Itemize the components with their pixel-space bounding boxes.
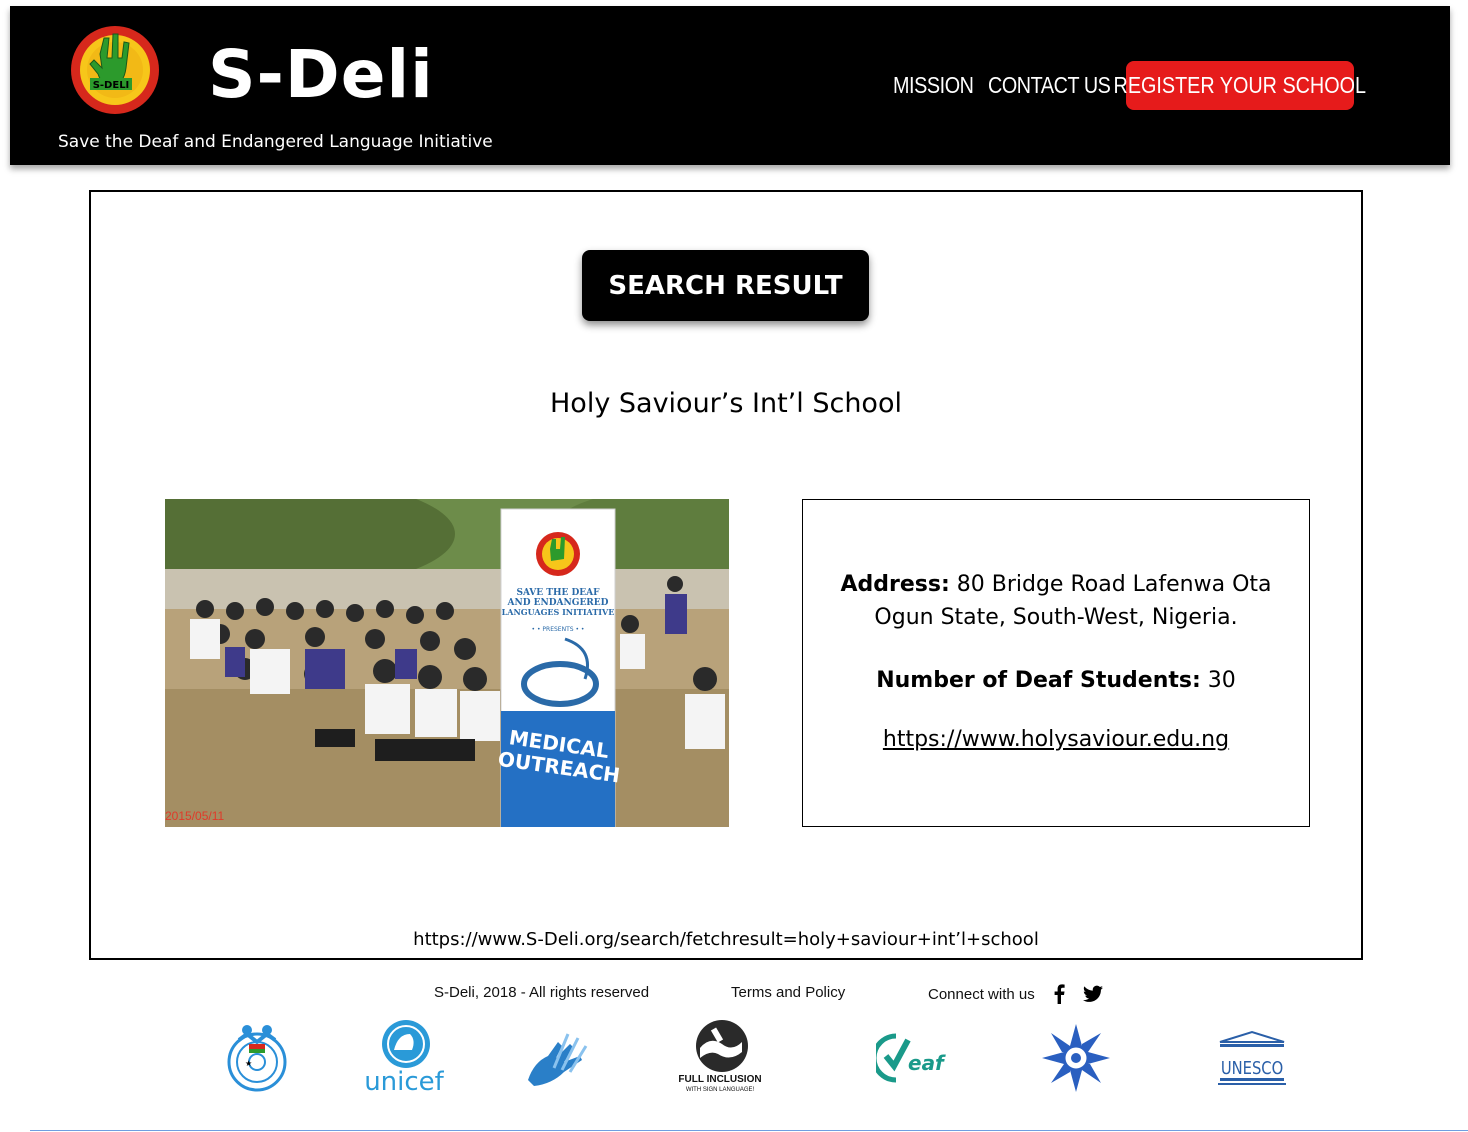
unicef-text: unicef <box>366 1067 444 1097</box>
s-deli-logo[interactable]: S-DELI <box>60 24 170 116</box>
full-inclusion-logo[interactable]: FULL INCLUSION WITH SIGN LANGUAGE! <box>670 1018 770 1098</box>
deaf-students-label: Number of Deaf Students: <box>876 668 1201 693</box>
deaf-students-value: 30 <box>1200 668 1236 693</box>
unesco-logo[interactable]: UNESCO <box>1216 1018 1288 1098</box>
address-label: Address: <box>840 572 950 597</box>
inclusion-line-2: WITH SIGN LANGUAGE! <box>686 1087 755 1093</box>
partner-logo-1[interactable]: ★ <box>224 1018 290 1098</box>
copyright-text: S-Deli, 2018 - All rights reserved <box>434 984 650 1001</box>
banner-line-4: • • PRESENTS • • <box>532 626 585 633</box>
facebook-icon[interactable] <box>1049 984 1069 1004</box>
twitter-icon[interactable] <box>1082 984 1103 1004</box>
svg-text:★: ★ <box>245 1059 252 1068</box>
unesco-text: UNESCO <box>1221 1058 1283 1079</box>
school-name: Holy Saviour’s Int’l School <box>550 388 902 419</box>
site-header: S-DELI S-Deli Save the Deaf and Endanger… <box>10 6 1450 165</box>
search-result-panel: SEARCH RESULT Holy Saviour’s Int’l Schoo… <box>89 190 1363 960</box>
connect-group: Connect with us <box>928 984 1103 1004</box>
result-url: https://www.S-Deli.org/search/fetchresul… <box>413 929 1039 950</box>
register-school-button[interactable]: REGISTER YOUR SCHOOL <box>1114 61 1366 110</box>
connect-label: Connect with us <box>928 985 1035 1003</box>
register-school-label: REGISTER YOUR SCHOOL <box>1113 72 1367 98</box>
website-line: https://www.holysaviour.edu.ng <box>803 727 1309 752</box>
terms-link[interactable]: Terms and Policy <box>731 984 845 1001</box>
bottom-divider <box>30 1130 1468 1131</box>
unicef-logo[interactable]: unicef <box>366 1018 444 1098</box>
banner-line-3: LANGUAGES INITIATIVE <box>502 607 615 617</box>
tagline: Save the Deaf and Endangered Language In… <box>58 132 493 152</box>
search-result-button[interactable]: SEARCH RESULT <box>582 250 869 321</box>
star-emblem-logo[interactable] <box>1040 1018 1112 1098</box>
deaf-students-line: Number of Deaf Students: 30 <box>803 668 1309 693</box>
school-website-link[interactable]: https://www.holysaviour.edu.ng <box>883 727 1229 752</box>
inclusion-line-1: FULL INCLUSION <box>678 1074 761 1085</box>
deaf-text: eaf <box>908 1051 946 1075</box>
sign-hands-logo[interactable] <box>524 1018 590 1098</box>
nav-contact-us[interactable]: CONTACT US <box>988 72 1111 99</box>
school-photo: SAVE THE DEAF AND ENDANGERED LANGUAGES I… <box>165 499 729 827</box>
address-line: Address: 80 Bridge Road Lafenwa Ota Ogun… <box>803 568 1309 634</box>
deaf-logo[interactable]: eaf <box>876 1018 948 1098</box>
logo-text: S-DELI <box>93 80 130 91</box>
school-info-card: Address: 80 Bridge Road Lafenwa Ota Ogun… <box>802 499 1310 827</box>
brand-name[interactable]: S-Deli <box>208 42 434 108</box>
photo-date-stamp: 2015/05/11 <box>165 809 225 823</box>
nav-mission[interactable]: MISSION <box>893 72 974 99</box>
banner-line-1: SAVE THE DEAF <box>516 588 600 598</box>
